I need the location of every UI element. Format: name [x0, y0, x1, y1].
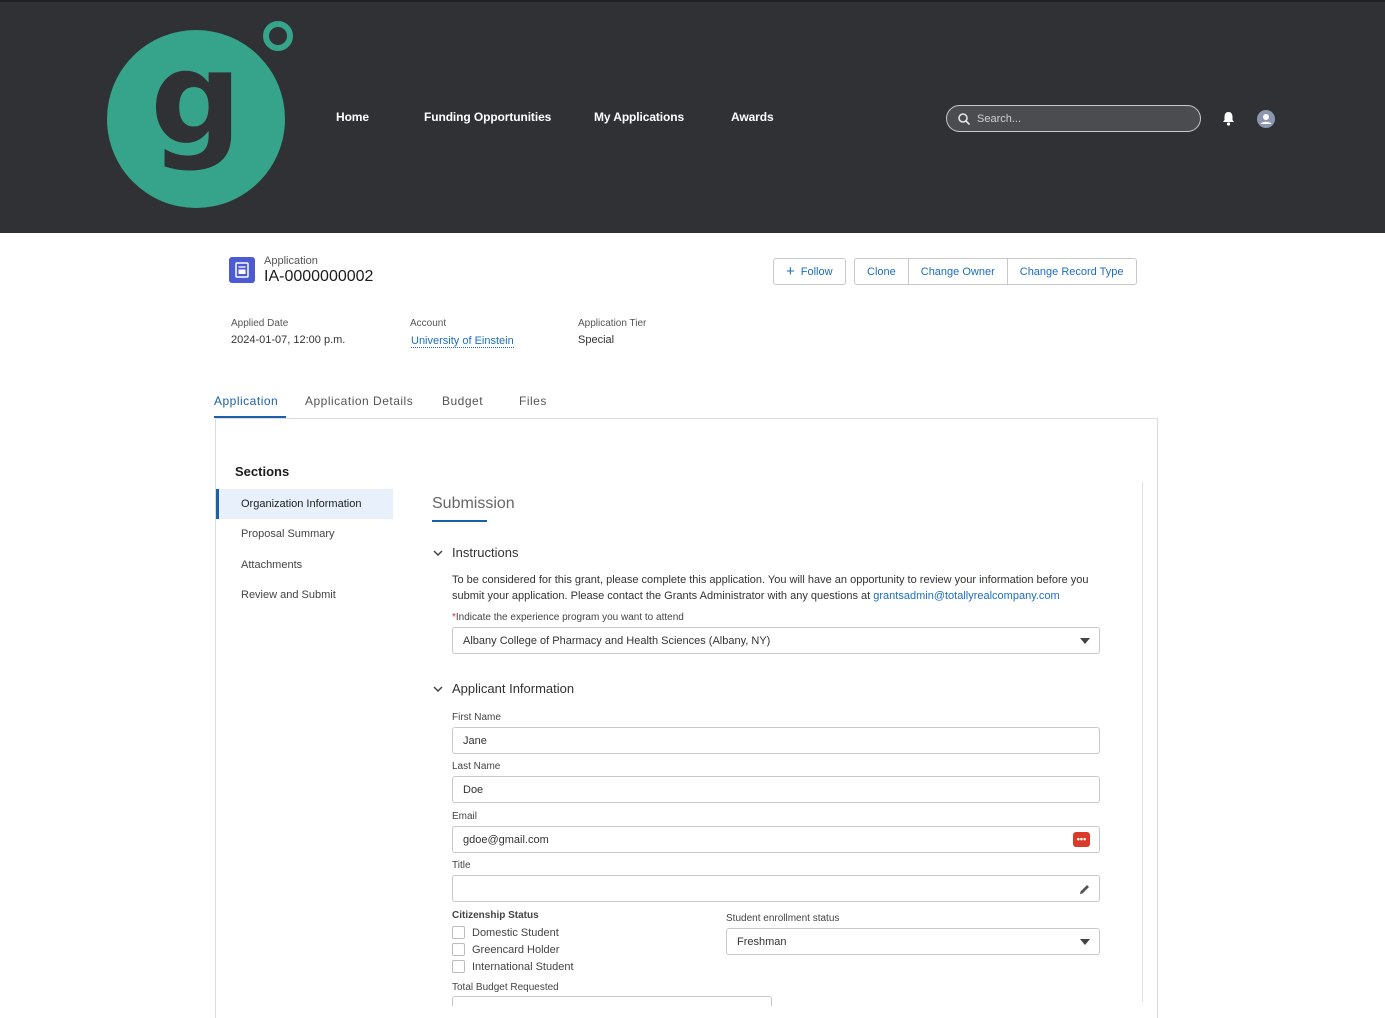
search-input[interactable]	[977, 110, 1192, 128]
program-label: *Indicate the experience program you wan…	[452, 612, 684, 623]
admin-email-link[interactable]: grantsadmin@totallyrealcompany.com	[873, 590, 1059, 602]
last-name-field[interactable]: Doe	[452, 776, 1100, 803]
heading-underline	[432, 520, 487, 522]
change-owner-button[interactable]: Change Owner	[908, 258, 1008, 285]
user-icon	[1260, 114, 1272, 124]
tab-files[interactable]: Files	[519, 394, 547, 408]
applied-date-label: Applied Date	[231, 318, 289, 329]
applied-date-value: 2024-01-07, 12:00 p.m.	[231, 334, 346, 346]
nav-funding-opportunities[interactable]: Funding Opportunities	[424, 110, 551, 124]
account-label: Account	[410, 318, 447, 329]
avatar[interactable]	[1257, 110, 1275, 128]
first-name-field[interactable]: Jane	[452, 727, 1100, 754]
email-field[interactable]: gdoe@gmail.com •••	[452, 826, 1100, 853]
site-header: g Home Funding Opportunities My Applicat…	[0, 0, 1385, 233]
checkbox[interactable]	[452, 960, 465, 973]
dropdown-arrow-icon	[1080, 638, 1090, 644]
chevron-down-icon	[433, 549, 443, 556]
follow-group: + Follow	[773, 258, 846, 285]
email-label: Email	[452, 811, 478, 822]
citizenship-label: Citizenship Status	[452, 910, 539, 921]
plus-icon: +	[786, 263, 795, 280]
total-budget-label: Total Budget Requested	[452, 982, 559, 993]
applicant-information-title: Applicant Information	[452, 681, 575, 696]
tab-application-details[interactable]: Application Details	[305, 394, 413, 408]
search-icon	[958, 113, 971, 126]
application-tier-label: Application Tier	[578, 318, 647, 329]
nav-home[interactable]: Home	[336, 110, 369, 124]
citizenship-greencard[interactable]: Greencard Holder	[452, 943, 559, 956]
citizenship-domestic[interactable]: Domestic Student	[452, 926, 559, 939]
account-link[interactable]: University of Einstein	[411, 335, 514, 348]
checkbox[interactable]	[452, 943, 465, 956]
record-name: IA-0000000002	[264, 268, 374, 285]
record-type-label: Application	[264, 255, 318, 267]
enrollment-status-label: Student enrollment status	[726, 913, 840, 924]
section-proposal-summary[interactable]: Proposal Summary	[216, 519, 393, 549]
title-field[interactable]	[452, 875, 1100, 902]
instructions-title: Instructions	[452, 545, 519, 560]
title-label: Title	[452, 860, 471, 871]
nav-my-applications[interactable]: My Applications	[594, 110, 684, 124]
section-attachments[interactable]: Attachments	[216, 550, 393, 580]
tab-application[interactable]: Application	[214, 394, 278, 408]
sections-title: Sections	[235, 464, 290, 479]
g-logo-icon[interactable]: g	[107, 18, 297, 210]
dropdown-arrow-icon	[1080, 939, 1090, 945]
section-organization-information[interactable]: Organization Information	[216, 489, 393, 519]
chevron-down-icon	[433, 685, 443, 692]
follow-button[interactable]: + Follow	[773, 258, 846, 285]
instructions-toggle[interactable]: Instructions	[432, 545, 518, 560]
nav-awards[interactable]: Awards	[731, 110, 774, 124]
pencil-icon[interactable]	[1078, 883, 1091, 896]
last-name-label: Last Name	[452, 761, 501, 772]
citizenship-international[interactable]: International Student	[452, 960, 574, 973]
panel-divider	[1142, 482, 1143, 1002]
program-select[interactable]: Albany College of Pharmacy and Health Sc…	[452, 627, 1100, 654]
password-manager-icon[interactable]: •••	[1073, 832, 1090, 847]
search-box[interactable]	[946, 105, 1201, 132]
logo-letter: g	[150, 25, 242, 174]
application-tier-value: Special	[578, 334, 615, 346]
total-budget-field[interactable]	[452, 996, 772, 1006]
section-review-and-submit[interactable]: Review and Submit	[216, 580, 393, 610]
applicant-information-toggle[interactable]: Applicant Information	[432, 681, 574, 696]
instructions-text: To be considered for this grant, please …	[452, 574, 1089, 602]
bell-icon[interactable]	[1220, 110, 1237, 127]
record-actions: Clone Change Owner Change Record Type	[854, 258, 1137, 285]
checkbox[interactable]	[452, 926, 465, 939]
form-heading: Submission	[432, 495, 515, 512]
enrollment-status-select[interactable]: Freshman	[726, 928, 1100, 955]
clone-button[interactable]: Clone	[854, 258, 909, 285]
first-name-label: First Name	[452, 712, 501, 723]
change-record-type-button[interactable]: Change Record Type	[1007, 258, 1137, 285]
application-record-icon	[229, 257, 255, 283]
tab-budget[interactable]: Budget	[442, 394, 483, 408]
